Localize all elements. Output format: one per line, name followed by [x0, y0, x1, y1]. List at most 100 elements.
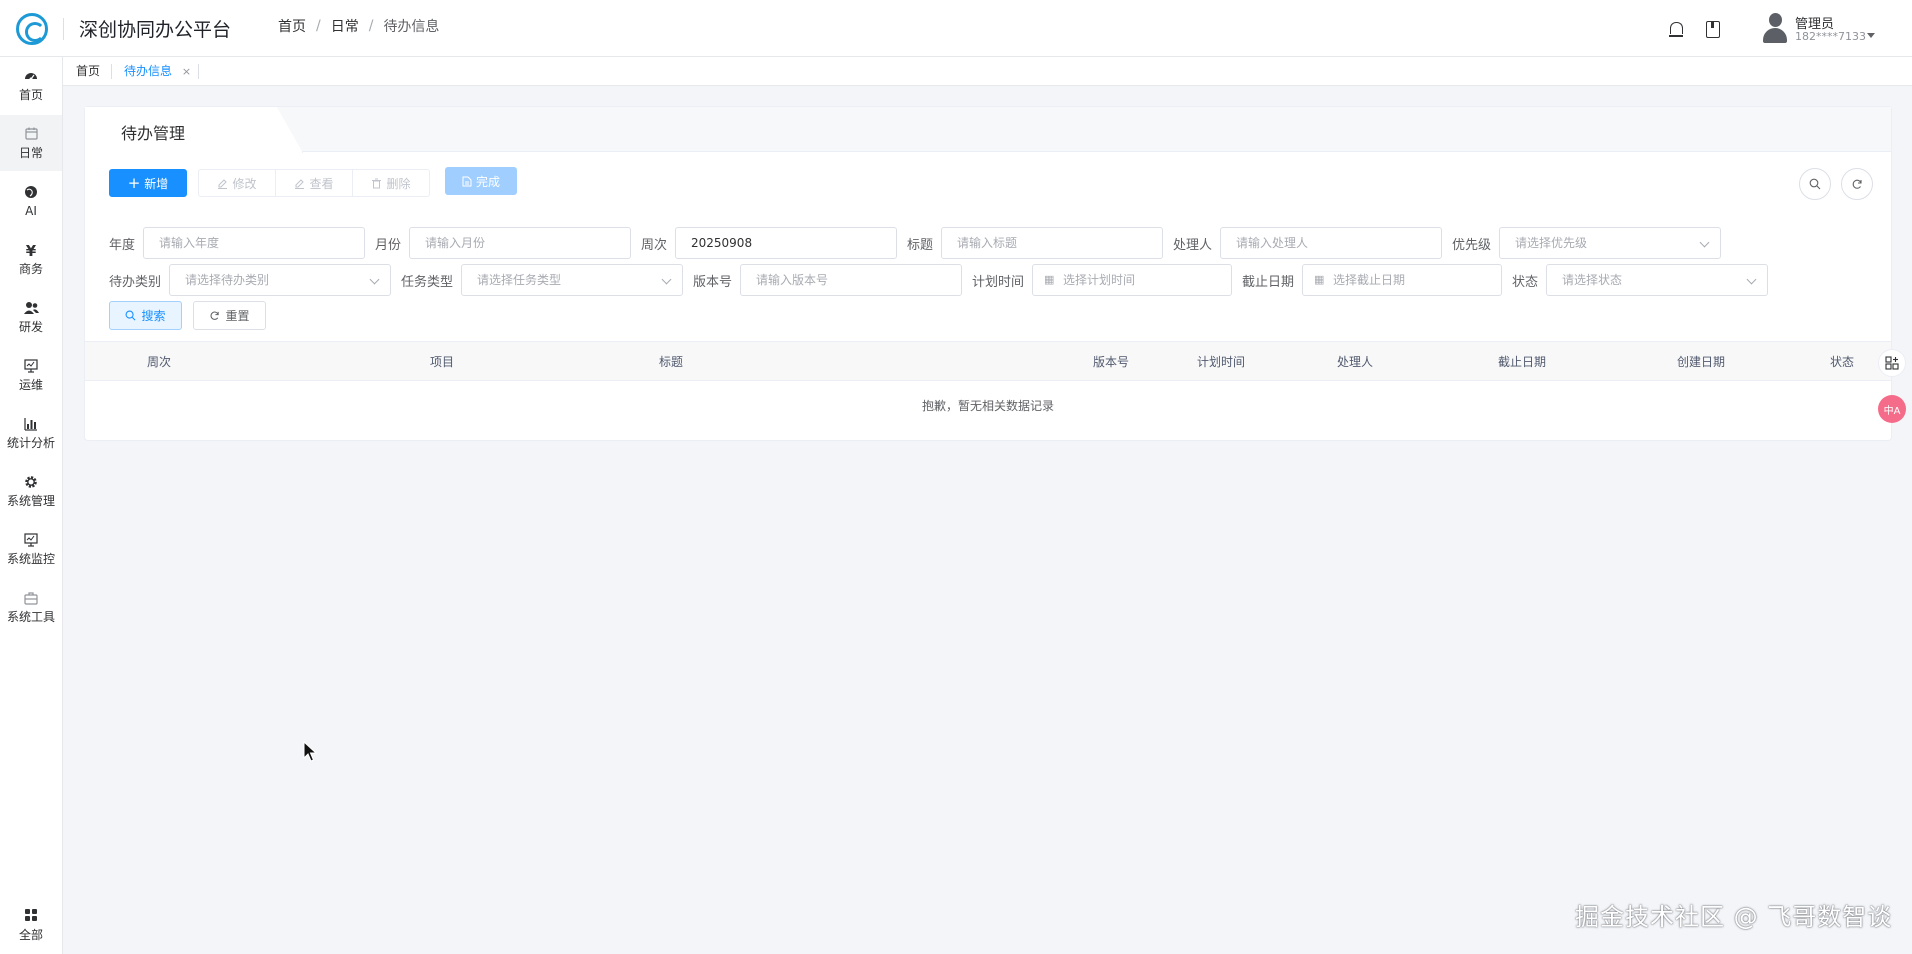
- table-header: 周次 项目 标题 版本号 计划时间 处理人 截止日期 创建日期 状态: [85, 341, 1891, 381]
- plan-time-picker[interactable]: ▦ 选择计划时间: [1032, 264, 1232, 296]
- monitor-icon: [23, 532, 39, 549]
- column-header-plan-time[interactable]: 计划时间: [1197, 353, 1245, 370]
- sidebar-item-label: 系统工具: [6, 609, 55, 624]
- title-input[interactable]: 请输入标题: [941, 227, 1163, 259]
- floating-apps-button[interactable]: [1878, 349, 1906, 377]
- complete-button[interactable]: 完成: [445, 167, 517, 195]
- edit-button[interactable]: 修改: [198, 169, 276, 197]
- priority-select[interactable]: 请选择优先级: [1499, 227, 1721, 259]
- app-logo[interactable]: [16, 13, 48, 45]
- column-header-project[interactable]: 项目: [430, 353, 454, 370]
- chevron-down-icon: [369, 274, 380, 285]
- sidebar-item-label: 研发: [18, 319, 43, 334]
- title-label: 标题: [907, 238, 934, 253]
- breadcrumb-home[interactable]: 首页: [278, 16, 306, 36]
- sidebar-item-statistics[interactable]: 统计分析: [0, 405, 62, 461]
- priority-label: 优先级: [1452, 238, 1492, 253]
- edit-icon: [295, 178, 305, 189]
- year-input[interactable]: 请输入年度: [143, 227, 365, 259]
- week-input[interactable]: 20250908: [675, 227, 897, 259]
- chevron-down-icon: [1699, 237, 1710, 248]
- grid-icon: [23, 908, 39, 925]
- year-label: 年度: [109, 238, 136, 253]
- tag-divider: [111, 64, 112, 79]
- table-empty-text: 抱歉，暂无相关数据记录: [921, 399, 1054, 413]
- translate-icon[interactable]: 中A: [1878, 395, 1906, 423]
- todo-type-select[interactable]: 请选择待办类别: [169, 264, 391, 296]
- delete-button[interactable]: 删除: [352, 169, 430, 197]
- card-tab-title: 待办管理: [121, 124, 186, 143]
- add-button[interactable]: + 新增: [109, 169, 187, 197]
- plus-icon: +: [127, 174, 141, 192]
- calendar-icon: [23, 127, 39, 143]
- sidebar-item-home[interactable]: 首页: [0, 57, 62, 113]
- week-label: 周次: [641, 238, 668, 253]
- column-header-version[interactable]: 版本号: [1093, 353, 1129, 370]
- column-header-handler[interactable]: 处理人: [1337, 353, 1373, 370]
- tags-view-bar: 首页 待办信息 ×: [63, 57, 1912, 86]
- sidebar-item-label: 系统管理: [6, 493, 55, 508]
- edit-icon: [218, 178, 228, 189]
- deadline-label: 截止日期: [1242, 275, 1295, 290]
- month-label: 月份: [375, 238, 402, 253]
- top-header: 深创协同办公平台 首页 / 日常 / 待办信息 管理员 182****7133: [0, 0, 1912, 57]
- status-select[interactable]: 请选择状态: [1546, 264, 1768, 296]
- sidebar-item-label: 首页: [18, 87, 43, 102]
- card-header: [85, 107, 1891, 152]
- sidebar-item-daily[interactable]: 日常: [0, 115, 62, 171]
- document-icon: [462, 176, 472, 186]
- task-type-label: 任务类型: [401, 275, 454, 290]
- yen-icon: ¥: [25, 241, 37, 260]
- sidebar-item-system-management[interactable]: 系统管理: [0, 463, 62, 519]
- sidebar-item-all[interactable]: 全部: [0, 897, 62, 953]
- version-input[interactable]: 请输入版本号: [740, 264, 962, 296]
- sidebar-item-label: 全部: [18, 927, 43, 942]
- action-button-group: 修改 查看 删除: [198, 169, 430, 197]
- breadcrumb-daily[interactable]: 日常: [331, 16, 359, 36]
- user-menu-caret-icon[interactable]: [1867, 33, 1875, 38]
- toggle-search-button[interactable]: [1799, 168, 1831, 200]
- breadcrumb-current: 待办信息: [383, 19, 440, 35]
- search-button[interactable]: 搜索: [109, 301, 182, 330]
- sidebar-item-label: 日常: [18, 145, 43, 160]
- bell-icon[interactable]: [1667, 20, 1685, 38]
- view-button[interactable]: 查看: [275, 169, 353, 197]
- reset-button[interactable]: 重置: [193, 301, 266, 330]
- column-header-deadline[interactable]: 截止日期: [1498, 353, 1546, 370]
- avatar[interactable]: [1762, 12, 1788, 44]
- sidebar-item-system-tools[interactable]: 系统工具: [0, 579, 62, 635]
- refresh-button[interactable]: [1841, 168, 1873, 200]
- column-header-created-date[interactable]: 创建日期: [1677, 353, 1725, 370]
- sidebar-item-system-monitor[interactable]: 系统监控: [0, 521, 62, 577]
- plan-time-label: 计划时间: [972, 275, 1025, 290]
- column-header-title[interactable]: 标题: [659, 353, 683, 370]
- todo-management-card: 待办管理 + 新增 修改 查看 删除 完成 年度 请输入年度 月份 请输入月份 …: [84, 106, 1892, 441]
- toolbox-icon: [23, 591, 39, 607]
- brand-divider: [63, 18, 64, 40]
- close-icon[interactable]: ×: [182, 65, 191, 78]
- chevron-down-icon: [1746, 274, 1757, 285]
- sidebar-item-ops[interactable]: 运维: [0, 347, 62, 403]
- column-header-week[interactable]: 周次: [147, 353, 171, 370]
- calendar-icon: ▦: [1044, 273, 1055, 286]
- tag-current[interactable]: 待办信息 ×: [124, 63, 191, 80]
- chevron-down-icon: [661, 274, 672, 285]
- column-header-status[interactable]: 状态: [1830, 353, 1854, 370]
- trash-icon: [372, 178, 382, 188]
- version-label: 版本号: [693, 275, 733, 290]
- document-icon[interactable]: [1704, 20, 1722, 38]
- gear-icon: [23, 475, 39, 491]
- sidebar-item-rnd[interactable]: 研发: [0, 289, 62, 345]
- card-tab[interactable]: [85, 107, 303, 153]
- watermark: 掘金技术社区 @ 飞哥数智谈: [1575, 903, 1893, 931]
- breadcrumb: 首页 / 日常 / 待办信息: [278, 16, 440, 36]
- handler-label: 处理人: [1173, 238, 1213, 253]
- month-input[interactable]: 请输入月份: [409, 227, 631, 259]
- tag-home[interactable]: 首页: [76, 63, 100, 80]
- deadline-picker[interactable]: ▦ 选择截止日期: [1302, 264, 1502, 296]
- task-type-select[interactable]: 请选择任务类型: [461, 264, 683, 296]
- sidebar-item-ai[interactable]: AI: [0, 173, 62, 229]
- handler-input[interactable]: 请输入处理人: [1220, 227, 1442, 259]
- sidebar-item-business[interactable]: ¥ 商务: [0, 231, 62, 287]
- sidebar-item-label: 运维: [18, 377, 43, 392]
